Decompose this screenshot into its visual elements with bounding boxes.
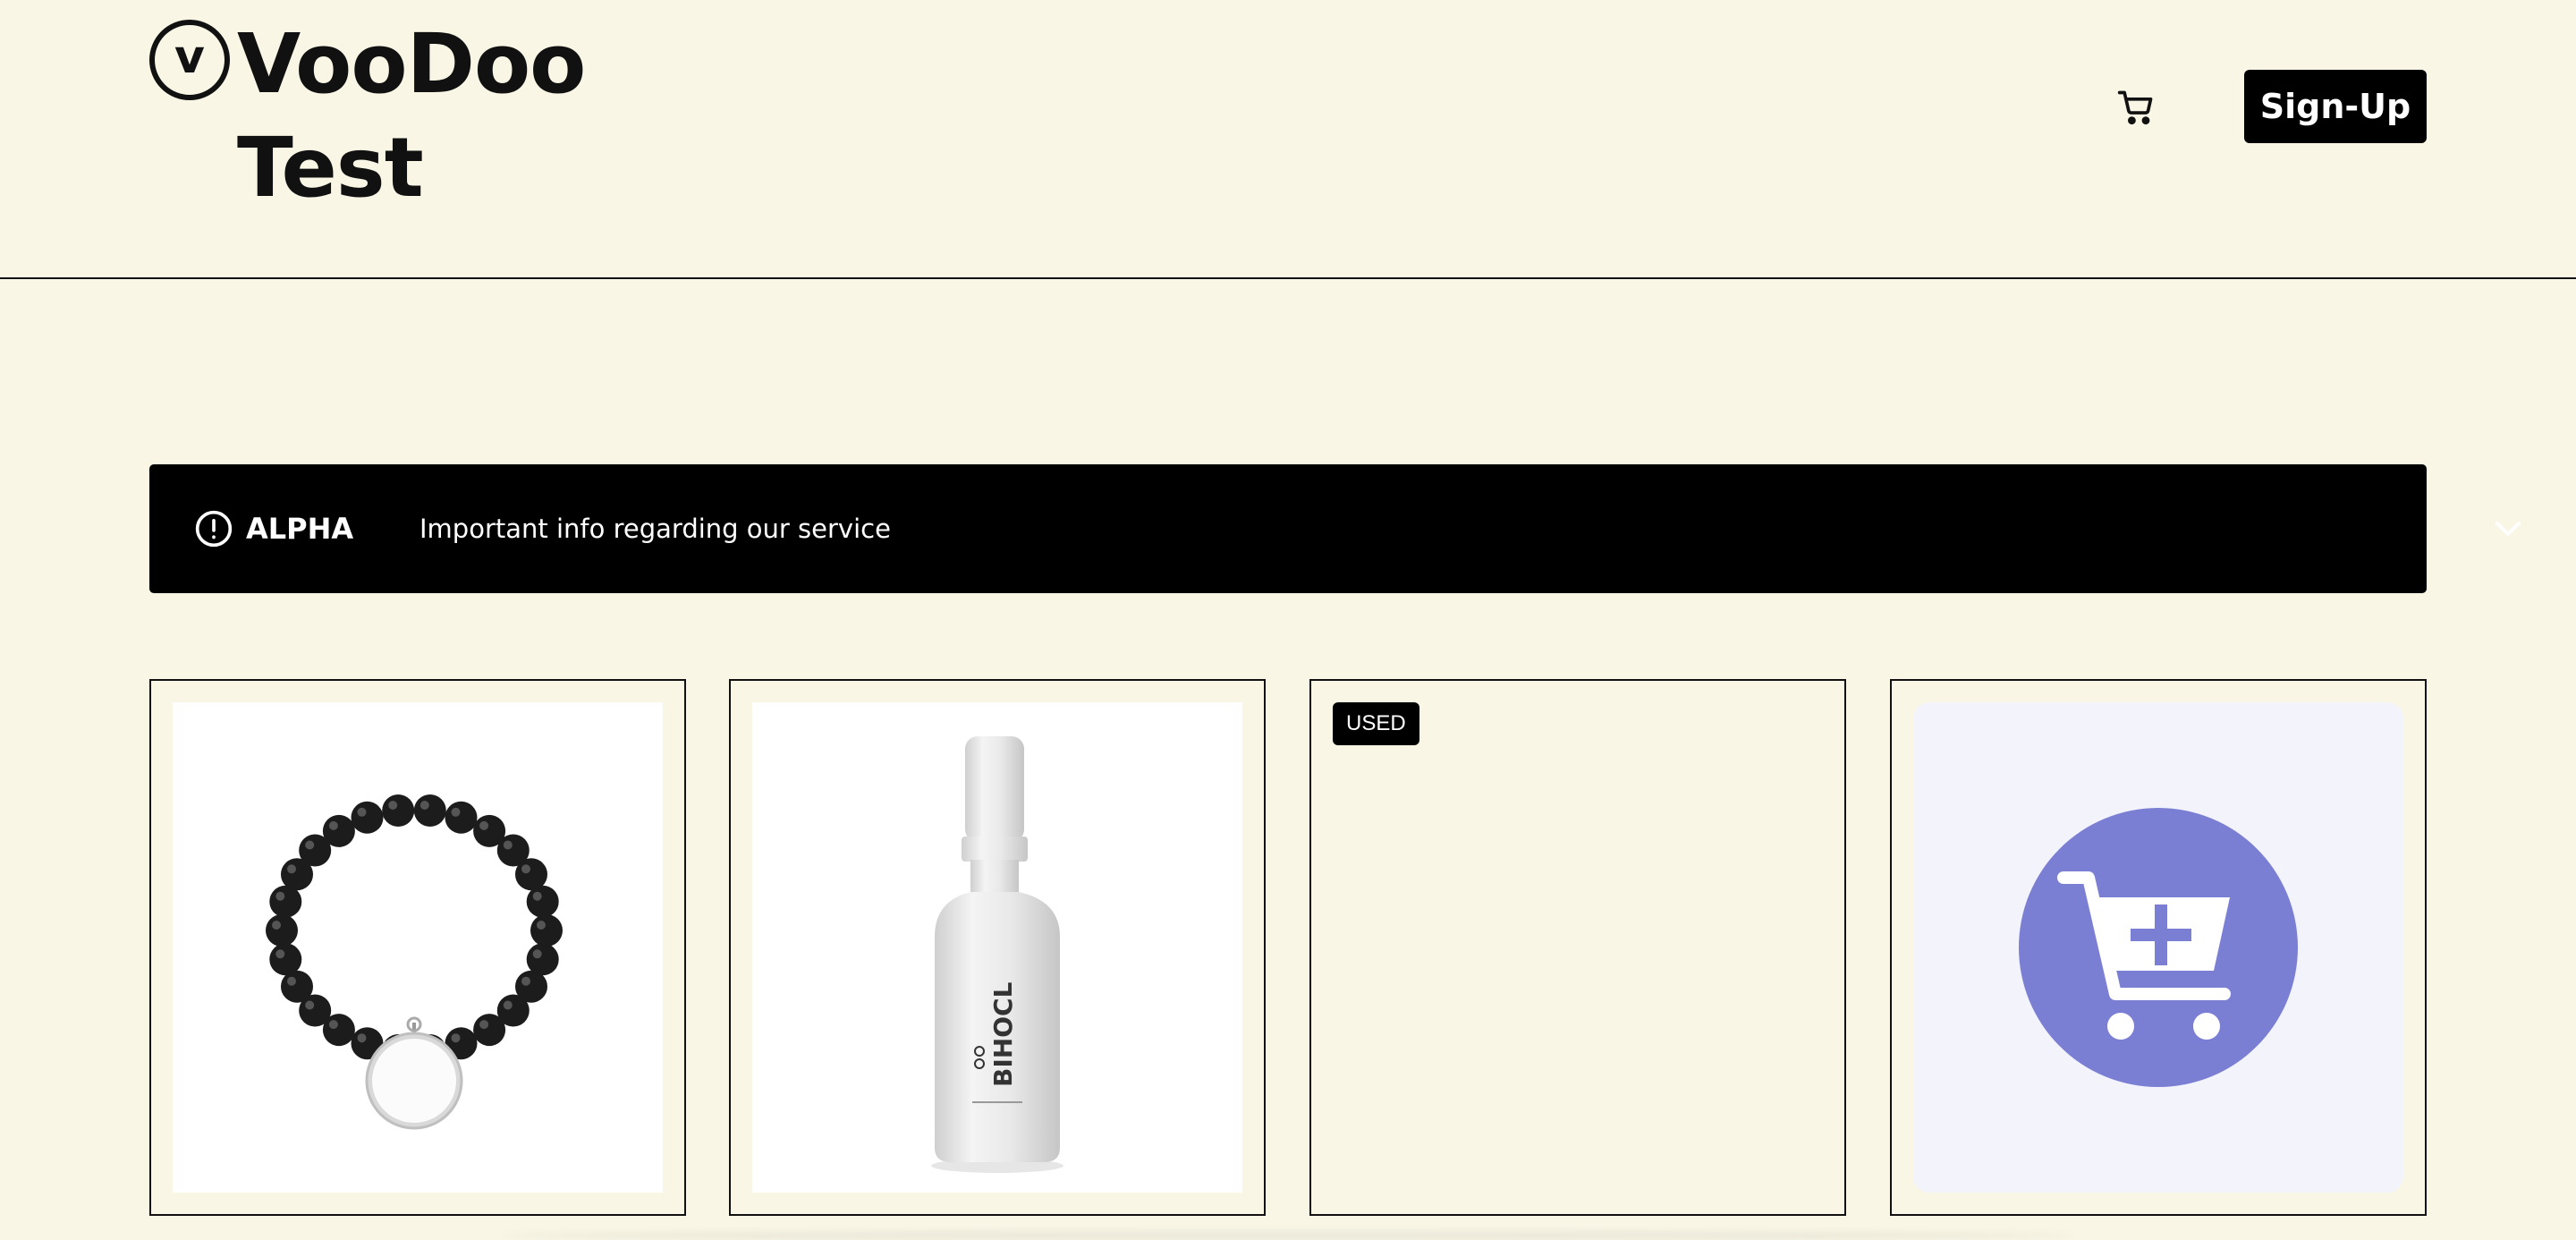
site-header: v VooDoo Test Sign-Up	[0, 0, 2576, 279]
bracelet-bead	[445, 801, 478, 834]
bracelet-bead-highlight	[503, 840, 513, 850]
fold-shadow	[501, 1231, 2075, 1240]
bracelet-bead-highlight	[305, 1000, 315, 1010]
bracelet-bead-highlight	[419, 801, 429, 810]
bracelet-bead-highlight	[388, 801, 398, 810]
bracelet-bead-highlight	[305, 840, 315, 850]
bracelet-bead	[266, 914, 298, 947]
bracelet-bead	[322, 814, 355, 847]
bracelet-bead	[526, 885, 559, 918]
bracelet-bead-highlight	[479, 820, 489, 830]
bracelet-bead	[473, 1014, 506, 1047]
bracelet-bead	[351, 801, 384, 834]
product-card[interactable]	[1890, 679, 2427, 1216]
bracelet-bead-highlight	[503, 1000, 513, 1010]
bracelet-bead-highlight	[521, 976, 530, 986]
bracelet-bead-highlight	[275, 949, 285, 959]
cart-icon	[2117, 90, 2153, 125]
brand-logo-mark: v	[149, 20, 230, 100]
product-card[interactable]: BIHOCL	[729, 679, 1266, 1216]
bottle-label-text: BIHOCL	[988, 981, 1018, 1087]
bracelet-bead-highlight	[451, 807, 461, 817]
bead-bracelet-image	[266, 794, 563, 1130]
bracelet-bead-highlight	[328, 820, 338, 830]
bracelet-bead	[382, 794, 415, 827]
bracelet-bead	[269, 943, 302, 976]
bracelet-bead-highlight	[357, 807, 367, 817]
bracelet-bead-highlight	[451, 1033, 461, 1043]
bracelet-bead	[413, 794, 446, 827]
alert-circle-icon	[195, 510, 233, 548]
bracelet-bead-highlight	[532, 949, 542, 959]
bracelet-bead-highlight	[521, 864, 530, 874]
bracelet-bead-highlight	[272, 921, 281, 930]
product-card[interactable]: USED	[1309, 679, 1846, 1216]
bracelet-bead-highlight	[275, 891, 285, 901]
bracelet-bead-highlight	[287, 976, 296, 986]
bracelet-bead-highlight	[328, 1020, 338, 1030]
used-badge: USED	[1333, 702, 1419, 745]
add-to-cart-image	[2019, 808, 2298, 1087]
product-image: BIHOCL	[752, 702, 1242, 1193]
product-image	[1913, 702, 2403, 1193]
brand-logo[interactable]: v VooDoo Test	[149, 13, 648, 220]
alpha-banner[interactable]: ALPHA Important info regarding our servi…	[149, 464, 2521, 593]
bracelet-bead-highlight	[532, 891, 542, 901]
bracelet-bead-highlight	[479, 1020, 489, 1030]
cart-button[interactable]	[2111, 82, 2161, 132]
bracelet-bead-highlight	[357, 1033, 367, 1043]
bracelet-bead	[530, 914, 563, 947]
page: v VooDoo Test Sign-Up ALPHA Important in…	[0, 0, 2576, 1240]
banner-tag: ALPHA	[246, 512, 354, 546]
brand-name: VooDoo Test	[237, 16, 586, 216]
chevron-down-icon[interactable]	[2490, 514, 2526, 543]
bracelet-bead-highlight	[537, 921, 546, 930]
banner-message: Important info regarding our service	[419, 514, 891, 544]
spray-bottle-image: BIHOCL	[931, 736, 1063, 1173]
product-image	[173, 702, 663, 1193]
signup-button[interactable]: Sign-Up	[2244, 70, 2427, 143]
product-card[interactable]	[149, 679, 686, 1216]
bracelet-bead-highlight	[287, 864, 296, 874]
